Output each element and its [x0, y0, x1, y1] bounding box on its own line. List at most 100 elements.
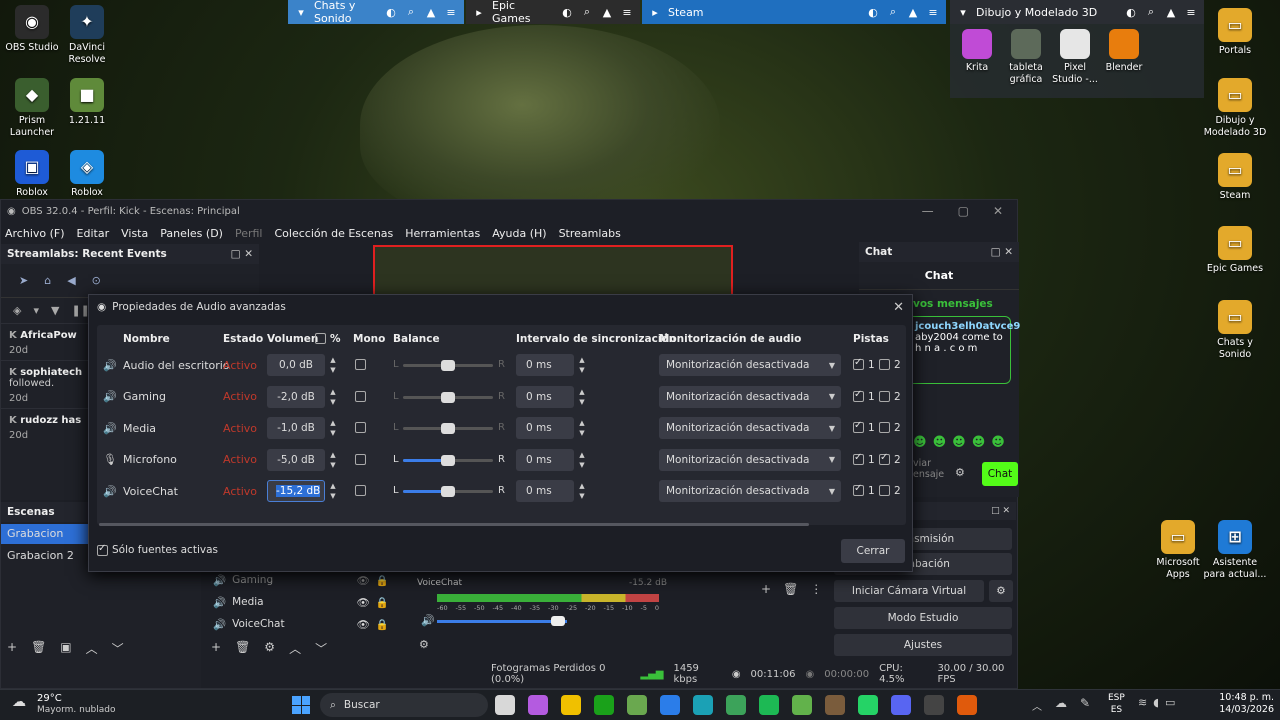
tray-overflow-icon[interactable]: ︿	[1032, 698, 1042, 713]
track-1-checkbox[interactable]	[853, 483, 864, 496]
sync-stepper[interactable]: ▲ ▼	[575, 449, 589, 471]
desktop-icon[interactable]: ▭ Dibujo y Modelado 3D	[1203, 78, 1267, 139]
menu-item[interactable]: Perfil	[235, 227, 263, 240]
desktop-icon[interactable]: ▭ Portals	[1203, 8, 1267, 57]
collapse-icon[interactable]: ▸	[648, 6, 662, 19]
volume-stepper[interactable]: ▲ ▼	[326, 480, 340, 502]
chevron-down-icon[interactable]: ▼	[579, 460, 584, 470]
desktop-icon[interactable]: ▭ Chats y Sonido	[1203, 300, 1267, 361]
send-icon[interactable]: ➤	[19, 274, 28, 287]
chevron-down-icon[interactable]: ▼	[330, 460, 335, 470]
slider-knob[interactable]	[441, 360, 455, 371]
source-item[interactable]: 🔊 Gaming 👁 🔒	[205, 570, 389, 590]
fence-app-icon[interactable]: Krita	[952, 29, 1002, 74]
horizontal-scrollbar[interactable]	[99, 523, 809, 526]
add-icon[interactable]: +	[761, 582, 771, 596]
track-2-checkbox[interactable]	[879, 485, 890, 496]
start-button[interactable]	[292, 696, 310, 714]
menu-item[interactable]: Streamlabs	[559, 227, 621, 240]
trash-icon[interactable]: 🗑	[783, 582, 798, 596]
mono-checkbox[interactable]	[355, 422, 366, 433]
search-box[interactable]: ⌕ Buscar	[320, 693, 488, 717]
track-1-checkbox[interactable]	[853, 452, 864, 465]
minecraft-icon[interactable]	[792, 695, 812, 715]
close-icon[interactable]: ✕	[893, 300, 904, 315]
source-item[interactable]: 🔊 Media 👁 🔒	[205, 592, 389, 612]
chevron-down-icon[interactable]: ▼	[330, 428, 335, 438]
chevron-down-icon[interactable]: ▼	[579, 428, 584, 438]
control-button[interactable]: Ajustes	[834, 634, 1012, 656]
fence-chats-y-sonido[interactable]: ▾ Chats y Sonido ◐ ⌕ ▲ ≡	[288, 0, 464, 25]
up-icon[interactable]: ︿	[86, 640, 98, 657]
volume-stepper[interactable]: ▲ ▼	[326, 449, 340, 471]
gear-icon[interactable]: ⚙	[955, 466, 965, 479]
chevron-down-icon[interactable]: ▼	[579, 397, 584, 407]
add-icon[interactable]: +	[7, 640, 17, 657]
search-icon[interactable]: ⌕	[1144, 5, 1158, 19]
eye-icon[interactable]: 👁	[357, 596, 370, 609]
monitoring-select[interactable]: Monitorización desactivada ▼	[659, 354, 841, 376]
emote-icon[interactable]: ☻	[991, 435, 1005, 450]
desktop-icon[interactable]: ■ 1.21.11	[55, 78, 119, 127]
close-icon[interactable]: □ ✕	[991, 246, 1013, 258]
menu-item[interactable]: Ayuda (H)	[492, 227, 546, 240]
sync-stepper[interactable]: ▲ ▼	[575, 480, 589, 502]
track-2-checkbox[interactable]	[879, 422, 890, 433]
sync-offset-input[interactable]: 0 ms	[516, 417, 574, 439]
eye-icon[interactable]: 👁	[357, 618, 370, 631]
desktop-icon[interactable]: ⊞ Asistente para actual...	[1203, 520, 1267, 581]
edge-icon[interactable]	[693, 695, 713, 715]
mixer-volume-slider[interactable]	[437, 620, 567, 623]
gear-icon[interactable]: ⚙	[264, 640, 275, 657]
volume-input[interactable]: -2,0 dB	[267, 385, 325, 408]
sync-offset-input[interactable]: 0 ms	[516, 385, 574, 408]
chevron-up-icon[interactable]: ▲	[330, 355, 335, 365]
balance-slider[interactable]	[403, 454, 493, 466]
speaker-icon[interactable]: 🔊	[421, 614, 435, 627]
palette-icon[interactable]: ◐	[866, 6, 880, 19]
menu-icon[interactable]: ≡	[926, 6, 940, 19]
volume-stepper[interactable]: ▲ ▼	[326, 417, 340, 439]
terraria-icon[interactable]	[825, 695, 845, 715]
fence-app-icon[interactable]: Blender	[1099, 29, 1149, 74]
palette-icon[interactable]: ◐	[560, 6, 574, 19]
volume-stepper[interactable]: ▲ ▼	[326, 354, 340, 376]
down-icon[interactable]: ﹀	[315, 640, 327, 657]
close-icon[interactable]: □ ✕	[231, 248, 253, 260]
clock[interactable]: 10:48 p. m. 14/03/2026	[1196, 692, 1274, 716]
desktop-icon[interactable]: ▭ Microsoft Apps	[1146, 520, 1210, 581]
slider-knob[interactable]	[551, 616, 565, 626]
monitoring-select[interactable]: Monitorización desactivada ▼	[659, 417, 841, 439]
balance-slider[interactable]	[403, 486, 493, 497]
menu-item[interactable]: Archivo (F)	[5, 227, 65, 240]
chevron-down-icon[interactable]: ▼	[330, 365, 335, 375]
lock-icon[interactable]: ▲	[424, 6, 438, 19]
up-icon[interactable]: ︿	[289, 640, 301, 657]
balance-slider[interactable]	[403, 391, 493, 403]
desktop-icon[interactable]: ▭ Steam	[1203, 153, 1267, 202]
track-1-checkbox[interactable]	[853, 420, 864, 433]
menu-item[interactable]: Herramientas	[405, 227, 480, 240]
store-icon[interactable]: ⌂	[44, 274, 51, 287]
control-button[interactable]: Modo Estudio	[834, 607, 1012, 629]
more-icon[interactable]: ⋮	[810, 582, 822, 596]
search-icon[interactable]: ⌕	[404, 5, 418, 19]
lock-icon[interactable]: ▲	[600, 6, 614, 19]
sync-stepper[interactable]: ▲ ▼	[575, 386, 589, 408]
add-icon[interactable]: +	[211, 640, 221, 657]
filter-icon[interactable]: ▣	[60, 640, 71, 657]
monitoring-select[interactable]: Monitorización desactivada ▼	[659, 448, 841, 471]
virtual-camera-settings-icon[interactable]: ⚙	[989, 580, 1013, 602]
language-indicator[interactable]: ESP ES	[1108, 692, 1125, 716]
lock-icon[interactable]: 🔒	[376, 574, 389, 587]
only-active-checkbox[interactable]	[97, 543, 108, 556]
menu-icon[interactable]: ≡	[620, 6, 634, 19]
balance-slider[interactable]	[403, 423, 493, 434]
close-icon[interactable]: ✕	[993, 204, 1003, 218]
file-explorer-icon[interactable]	[561, 695, 581, 715]
fence-epic-games[interactable]: ▸ Epic Games ◐ ⌕ ▲ ≡	[466, 0, 640, 25]
sync-offset-input[interactable]: 0 ms	[516, 480, 574, 502]
chevron-down-icon[interactable]: ▼	[579, 491, 584, 501]
palette-icon[interactable]: ◐	[384, 6, 398, 19]
copilot-icon[interactable]	[528, 695, 548, 715]
